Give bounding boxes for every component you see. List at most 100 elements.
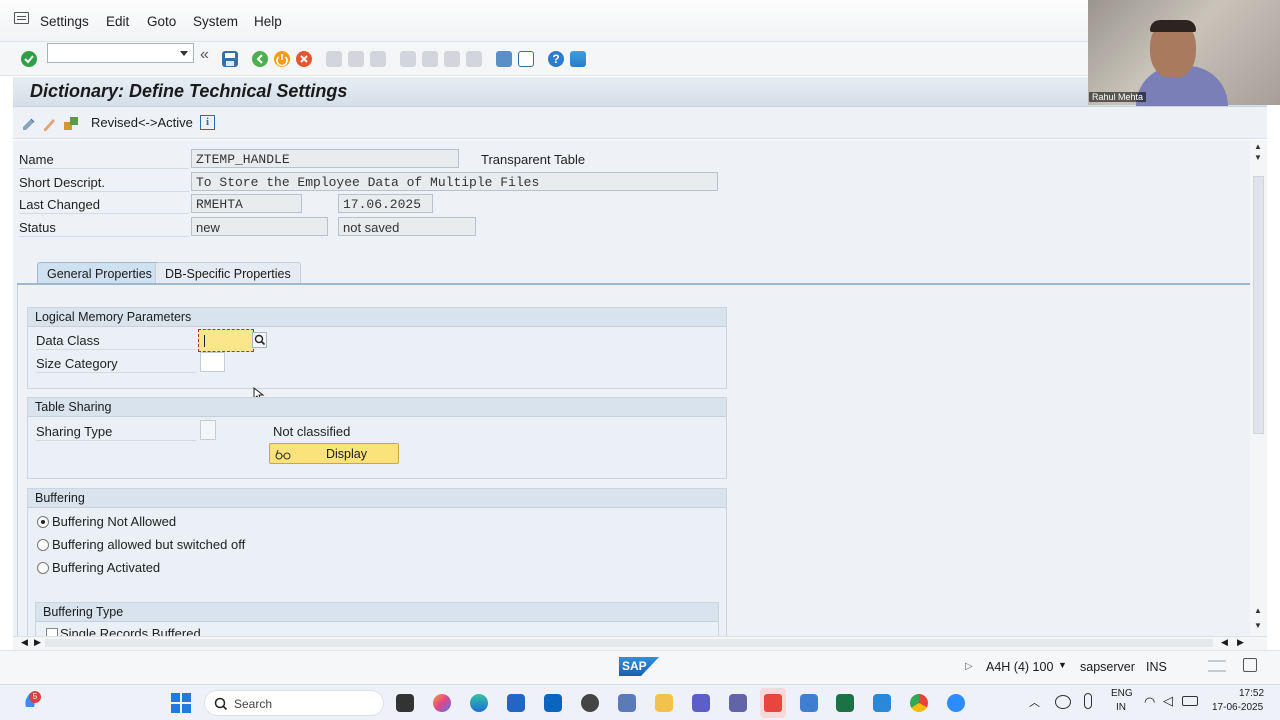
size-category-input[interactable] (200, 352, 225, 372)
content-area: Name ZTEMP_HANDLE Transparent Table Shor… (13, 140, 1267, 636)
radio-buffering-activated[interactable] (37, 562, 49, 574)
buffering-not-allowed-label: Buffering Not Allowed (52, 514, 177, 529)
zoom-icon[interactable] (947, 694, 965, 712)
teams-icon[interactable] (692, 694, 710, 712)
chrome-icon[interactable] (910, 694, 928, 712)
dropdown-icon[interactable] (180, 51, 188, 56)
name-field[interactable]: ZTEMP_HANDLE (191, 149, 459, 168)
short-desc-field[interactable]: To Store the Employee Data of Multiple F… (191, 172, 718, 191)
scroll-up-bottom-icon[interactable]: ▲ (1254, 606, 1262, 615)
sap-logon-icon[interactable] (618, 694, 636, 712)
single-records-checkbox[interactable] (46, 628, 58, 636)
menu-edit[interactable]: Edit (106, 14, 129, 29)
scroll-left-end-icon[interactable]: ◀ (1221, 637, 1228, 648)
search-help-icon[interactable] (252, 332, 267, 348)
copilot-icon[interactable] (433, 694, 451, 712)
back-icon[interactable] (252, 51, 268, 67)
display-change-icon[interactable] (21, 115, 37, 131)
radio-buffering-not-allowed[interactable] (37, 516, 49, 528)
last-changed-user-field[interactable]: RMEHTA (191, 194, 302, 213)
exit-icon[interactable] (274, 51, 290, 67)
last-changed-label: Last Changed (19, 197, 100, 212)
scroll-down-small-icon[interactable]: ▼ (1254, 153, 1262, 162)
print-icon[interactable] (326, 51, 342, 67)
clock-date[interactable]: 17-06-2025 (1212, 702, 1263, 713)
sap-gui-active-task[interactable] (760, 688, 786, 718)
find-next-icon[interactable] (370, 51, 386, 67)
teams-classic-icon[interactable] (729, 694, 747, 712)
last-changed-date-field[interactable]: 17.06.2025 (338, 194, 433, 213)
sap-shortcut-icon[interactable] (800, 694, 818, 712)
edit-pencil-icon[interactable] (42, 115, 56, 131)
save-status-field[interactable]: not saved (338, 217, 476, 236)
data-class-input[interactable] (198, 329, 254, 352)
next-page-icon[interactable] (444, 51, 460, 67)
shortcut-icon[interactable] (518, 51, 534, 67)
buffering-group: Buffering Buffering Not Allowed Bufferin… (27, 488, 727, 636)
short-desc-label: Short Descript. (19, 175, 105, 190)
notepad-icon[interactable] (873, 694, 891, 712)
last-page-icon[interactable] (466, 51, 482, 67)
battery-icon[interactable] (1182, 696, 1198, 706)
language-bottom[interactable]: IN (1116, 702, 1126, 713)
command-field[interactable] (47, 43, 194, 63)
scroll-right-small-icon[interactable]: ▶ (34, 637, 41, 648)
file-explorer-icon[interactable] (655, 694, 673, 712)
cancel-icon[interactable] (296, 51, 312, 67)
menu-help[interactable]: Help (254, 14, 282, 29)
language-top[interactable]: ENG (1111, 688, 1133, 699)
tab-general-properties[interactable]: General Properties (37, 262, 162, 284)
help-icon[interactable]: ? (548, 51, 564, 67)
system-dropdown-icon[interactable]: ▼ (1058, 660, 1067, 670)
radio-buffering-switched-off[interactable] (37, 539, 49, 551)
save-icon[interactable] (222, 51, 238, 67)
info-icon[interactable]: i (200, 115, 215, 130)
widgets-icon[interactable]: 5 (20, 691, 41, 713)
activate-icon[interactable] (63, 115, 79, 131)
menu-system[interactable]: System (193, 14, 238, 29)
tab-db-specific-properties[interactable]: DB-Specific Properties (155, 262, 301, 284)
scroll-right-icon[interactable]: ▶ (1237, 637, 1244, 648)
start-windows-icon[interactable] (171, 693, 191, 713)
scroll-up-icon[interactable]: ▲ (1254, 142, 1262, 151)
horizontal-scrollbar[interactable]: ◀ ▶ ◀ ▶ (13, 636, 1267, 650)
store-icon[interactable] (507, 694, 525, 712)
revised-active-button[interactable]: Revised<->Active (91, 115, 193, 130)
tray-chevron-icon[interactable]: ︿ (1029, 694, 1040, 710)
name-label: Name (19, 152, 54, 167)
microphone-icon[interactable] (1084, 693, 1092, 709)
clock-time[interactable]: 17:52 (1239, 688, 1264, 699)
wifi-icon[interactable]: ◠ (1144, 694, 1155, 710)
taskbar-search[interactable]: Search (204, 690, 384, 716)
outlook-icon[interactable] (544, 694, 562, 712)
status-layout-icon[interactable] (1208, 660, 1226, 672)
dell-icon[interactable] (581, 694, 599, 712)
task-view-icon[interactable] (396, 694, 414, 712)
status-expand-icon[interactable]: ▷ (965, 661, 973, 672)
display-button[interactable]: Display (269, 443, 399, 464)
status-field[interactable]: new (191, 217, 328, 236)
first-page-icon[interactable] (400, 51, 416, 67)
previous-page-icon[interactable] (422, 51, 438, 67)
horizontal-scroll-thumb[interactable] (45, 639, 1213, 647)
windows-taskbar: 5 Search ︿ ENG IN ◠ ◁ 17:52 17-06-2025 (0, 684, 1280, 720)
scroll-down-icon[interactable]: ▼ (1254, 621, 1262, 630)
vertical-scroll-thumb[interactable] (1253, 176, 1264, 434)
excel-icon[interactable] (836, 694, 854, 712)
new-session-icon[interactable] (496, 51, 512, 67)
collapse-chevron-icon[interactable]: « (200, 46, 209, 64)
menu-icon[interactable] (14, 12, 29, 24)
single-records-label: Single Records Buffered (60, 626, 201, 636)
menu-goto[interactable]: Goto (147, 14, 176, 29)
scroll-left-icon[interactable]: ◀ (21, 637, 28, 648)
sharing-type-input[interactable] (200, 420, 216, 440)
lock-icon[interactable] (1243, 658, 1257, 672)
network-cloud-icon[interactable] (1055, 695, 1071, 709)
edge-icon[interactable] (470, 694, 488, 712)
menu-settings[interactable]: Settings (40, 14, 89, 29)
enter-check-icon[interactable] (21, 51, 37, 67)
find-icon[interactable] (348, 51, 364, 67)
vertical-scrollbar[interactable]: ▲ ▼ ▲ ▼ (1250, 140, 1267, 636)
layout-menu-icon[interactable] (570, 51, 586, 67)
volume-icon[interactable]: ◁ (1163, 693, 1173, 709)
